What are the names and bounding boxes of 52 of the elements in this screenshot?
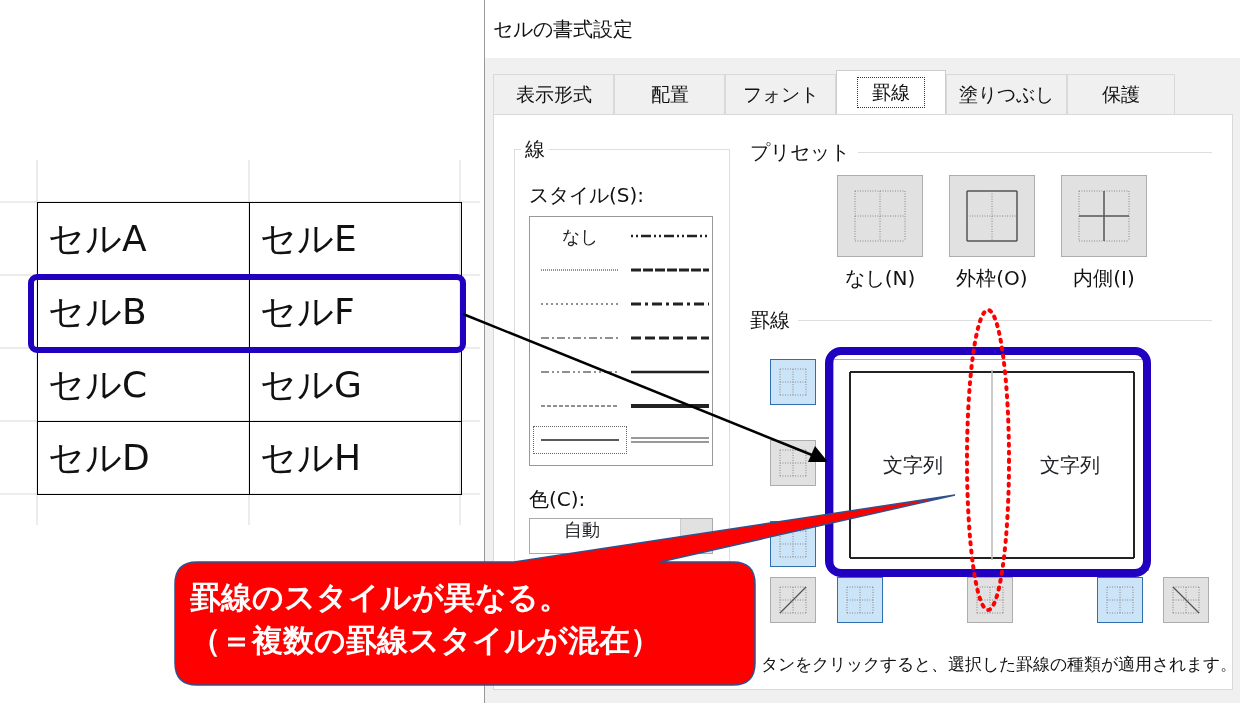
border-grid-icon [1105,585,1135,615]
line-style-option[interactable] [532,425,628,455]
line-sample-icon [541,403,619,409]
sheet-cell: セルA [37,202,250,276]
preset-button[interactable] [1061,175,1147,257]
tab[interactable]: 塗りつぶし [946,74,1067,114]
border-grid-icon [778,367,808,397]
line-sample-icon [631,301,709,307]
tab[interactable]: 表示形式 [493,74,614,114]
border-grid-icon [1171,585,1201,615]
preset-label: 外枠(O) [956,265,1028,292]
section-title: プリセット [750,139,850,166]
border-grid-icon [778,529,808,559]
border-grid-icon [965,189,1019,243]
border-grid-icon [778,585,808,615]
preset-button[interactable] [949,175,1035,257]
sheet-cell: セルE [249,202,462,276]
preset-label: 内側(I) [1073,265,1135,292]
line-sample-icon [541,437,619,443]
line-sample-icon [541,301,619,307]
tab[interactable]: 保護 [1067,74,1175,114]
border-grid-icon [778,448,808,478]
line-sample-icon [631,369,709,375]
line-sample-icon [541,267,619,273]
color-label: 色(C): [529,486,587,513]
line-style-option[interactable]: なし [532,221,628,251]
line-sample-icon [631,403,709,409]
preview-text: 文字列 [882,452,943,479]
line-sample-icon [631,267,709,273]
line-style-list[interactable]: なし [529,216,713,466]
border-grid-icon [975,585,1005,615]
border-grid-icon [1077,189,1131,243]
border-grid-icon [853,189,907,243]
sheet-cell: セルD [37,421,250,495]
preview-text: 文字列 [1039,452,1100,479]
callout-text: 罫線のスタイルが異なる。 （＝複数の罫線スタイルが混在） [190,578,661,660]
tab[interactable]: 配置 [614,74,725,114]
sheet-cell: セルH [249,421,462,495]
tab[interactable]: フォント [725,74,836,114]
preset-label: なし(N) [844,265,916,292]
border-grid-icon [845,585,875,615]
line-sample-icon [631,436,709,444]
line-sample-icon [631,335,709,341]
window-title: セルの書式設定 [485,0,1240,58]
line-sample-icon [631,233,709,239]
tab[interactable]: 罫線 [836,70,946,114]
line-sample-icon [541,335,619,341]
style-label: スタイル(S): [529,182,646,209]
border-button[interactable] [770,440,816,486]
line-sample-icon [541,369,619,375]
hint-text: タンをクリックすると、選択した罫線の種類が適用されます。 [761,655,1237,674]
section-title: 罫線 [750,307,790,334]
